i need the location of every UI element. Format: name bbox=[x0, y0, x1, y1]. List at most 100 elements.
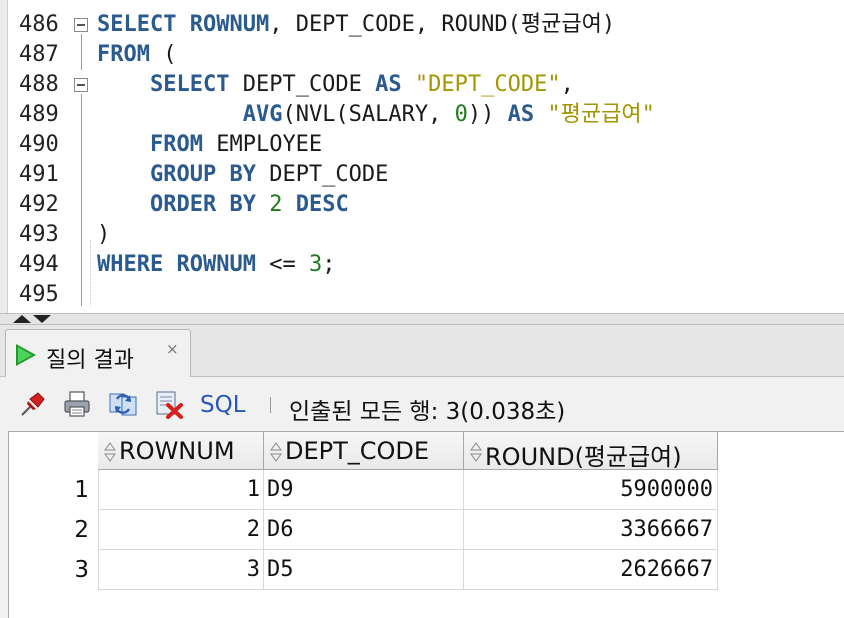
column-header-dept-code[interactable]: DEPT_CODE bbox=[264, 432, 464, 470]
cell-dept-code[interactable]: D9 bbox=[264, 470, 464, 510]
cell-rownum[interactable]: 1 bbox=[98, 470, 264, 510]
column-header-label: ROWNUM bbox=[119, 437, 235, 465]
column-header-label: ROUND(평균급여) bbox=[485, 443, 682, 470]
code-text[interactable]: FROM ( bbox=[97, 43, 176, 67]
code-token: ORDER BY bbox=[149, 192, 256, 217]
cell-avg-salary[interactable]: 5900000 bbox=[464, 470, 718, 510]
code-area[interactable]: 486 SELECT ROWNUM, DEPT_CODE, ROUND(평균급여)… bbox=[8, 0, 844, 313]
code-text[interactable]: WHERE ROWNUM <= 3; bbox=[97, 253, 335, 277]
code-text[interactable]: FROM EMPLOYEE bbox=[97, 133, 322, 157]
row-number[interactable]: 3 bbox=[9, 550, 98, 590]
code-line[interactable]: 493) bbox=[8, 220, 844, 250]
code-token: GROUP BY bbox=[149, 162, 256, 187]
table-row[interactable]: 2 2 D6 3366667 bbox=[9, 510, 718, 550]
line-number: 490 bbox=[19, 132, 59, 157]
code-line[interactable]: 490 FROM EMPLOYEE bbox=[8, 130, 844, 160]
code-token: 3 bbox=[308, 252, 323, 277]
code-token: ( bbox=[149, 42, 177, 67]
line-number: 492 bbox=[19, 192, 59, 217]
code-token: ROWNUM bbox=[189, 12, 270, 37]
editor-splitter[interactable] bbox=[0, 313, 844, 325]
code-token: EMPLOYEE bbox=[202, 132, 323, 157]
line-number: 488 bbox=[19, 72, 59, 97]
cell-rownum[interactable]: 3 bbox=[98, 550, 264, 590]
cell-rownum[interactable]: 2 bbox=[98, 510, 264, 550]
grid-header: ROWNUM DEPT_CODE ROUND(평균급여) bbox=[9, 432, 844, 470]
code-token: "DEPT_CODE" bbox=[414, 72, 561, 97]
code-line[interactable]: 487 FROM ( bbox=[8, 40, 844, 70]
cancel-icon[interactable] bbox=[154, 389, 184, 419]
code-text[interactable]: SELECT DEPT_CODE AS "DEPT_CODE", bbox=[97, 73, 574, 97]
code-token: , DEPT_CODE, ROUND( bbox=[269, 12, 521, 37]
cell-avg-salary[interactable]: 3366667 bbox=[464, 510, 718, 550]
tab-query-result[interactable]: 질의 결과 × bbox=[5, 329, 191, 378]
code-token: ; bbox=[322, 252, 336, 277]
code-line[interactable]: 486 SELECT ROWNUM, DEPT_CODE, ROUND(평균급여) bbox=[8, 10, 844, 40]
row-number[interactable]: 2 bbox=[9, 510, 98, 550]
line-number: 486 bbox=[19, 12, 59, 37]
run-triangle-icon bbox=[16, 344, 36, 366]
code-text[interactable]: GROUP BY DEPT_CODE bbox=[97, 163, 388, 187]
code-line[interactable]: 495 bbox=[8, 280, 844, 310]
code-token: WHERE bbox=[97, 252, 164, 277]
table-row[interactable]: 1 1 D9 5900000 bbox=[9, 470, 718, 510]
code-text[interactable]: AVG(NVL(SALARY, 0)) AS "평균급여" bbox=[97, 103, 655, 127]
tab-query-result-label: 질의 결과 bbox=[46, 348, 134, 373]
code-line[interactable]: 488 SELECT DEPT_CODE AS "DEPT_CODE", bbox=[8, 70, 844, 100]
fetch-status-text: 인출된 모든 행: 3(0.038초) bbox=[289, 399, 566, 425]
result-grid[interactable]: ROWNUM DEPT_CODE ROUND(평균급여) 1 1 D9 5900… bbox=[8, 431, 844, 618]
code-token: AS bbox=[375, 72, 402, 97]
cell-dept-code[interactable]: D5 bbox=[264, 550, 464, 590]
tab-close-icon[interactable]: × bbox=[166, 340, 179, 358]
code-token: ) bbox=[601, 12, 616, 37]
refresh-icon[interactable] bbox=[108, 389, 138, 419]
code-token: <= bbox=[255, 252, 309, 277]
code-line[interactable]: 489 AVG(NVL(SALARY, 0)) AS "평균급여" bbox=[8, 100, 844, 130]
result-toolbar: SQL 인출된 모든 행: 3(0.038초) bbox=[0, 377, 844, 431]
sort-icon[interactable] bbox=[270, 442, 282, 462]
cell-dept-code[interactable]: D6 bbox=[264, 510, 464, 550]
code-token: , bbox=[560, 72, 574, 97]
code-token: " bbox=[547, 102, 561, 127]
code-token: " bbox=[641, 102, 655, 127]
sort-icon[interactable] bbox=[470, 442, 482, 462]
pin-icon[interactable] bbox=[18, 389, 48, 419]
code-token: ) bbox=[97, 222, 111, 247]
print-icon[interactable] bbox=[62, 389, 92, 419]
code-text[interactable]: SELECT ROWNUM, DEPT_CODE, ROUND(평균급여) bbox=[97, 13, 615, 37]
code-token: FROM bbox=[149, 132, 203, 157]
code-token: 2 bbox=[269, 192, 283, 217]
line-number: 487 bbox=[19, 42, 59, 67]
sql-link[interactable]: SQL bbox=[200, 392, 246, 418]
code-token: 평균급여 bbox=[560, 102, 642, 127]
sort-icon[interactable] bbox=[104, 442, 116, 462]
code-line[interactable]: 491 GROUP BY DEPT_CODE bbox=[8, 160, 844, 190]
code-line[interactable]: 492 ORDER BY 2 DESC bbox=[8, 190, 844, 220]
line-number: 493 bbox=[19, 222, 59, 247]
code-token: ROWNUM bbox=[176, 252, 256, 277]
sql-editor[interactable]: 486 SELECT ROWNUM, DEPT_CODE, ROUND(평균급여)… bbox=[0, 0, 844, 313]
table-row[interactable]: 3 3 D5 2626667 bbox=[9, 550, 718, 590]
code-token: )) bbox=[467, 102, 508, 127]
code-token: DESC bbox=[295, 192, 349, 217]
collapse-down-icon[interactable] bbox=[33, 315, 51, 323]
column-header-round-avg-salary[interactable]: ROUND(평균급여) bbox=[464, 432, 718, 470]
code-text[interactable]: ) bbox=[97, 223, 110, 247]
code-line[interactable]: 494 WHERE ROWNUM <= 3; bbox=[8, 250, 844, 280]
line-number: 491 bbox=[19, 162, 59, 187]
row-number[interactable]: 1 bbox=[9, 470, 98, 510]
cell-avg-salary[interactable]: 2626667 bbox=[464, 550, 718, 590]
grid-corner bbox=[9, 432, 98, 470]
collapse-up-icon[interactable] bbox=[13, 315, 31, 323]
fold-toggle-icon[interactable] bbox=[74, 78, 88, 92]
code-text[interactable]: ORDER BY 2 DESC bbox=[97, 193, 349, 217]
column-header-label: DEPT_CODE bbox=[285, 437, 430, 465]
fold-toggle-icon[interactable] bbox=[74, 18, 88, 32]
column-header-rownum[interactable]: ROWNUM bbox=[98, 432, 264, 470]
